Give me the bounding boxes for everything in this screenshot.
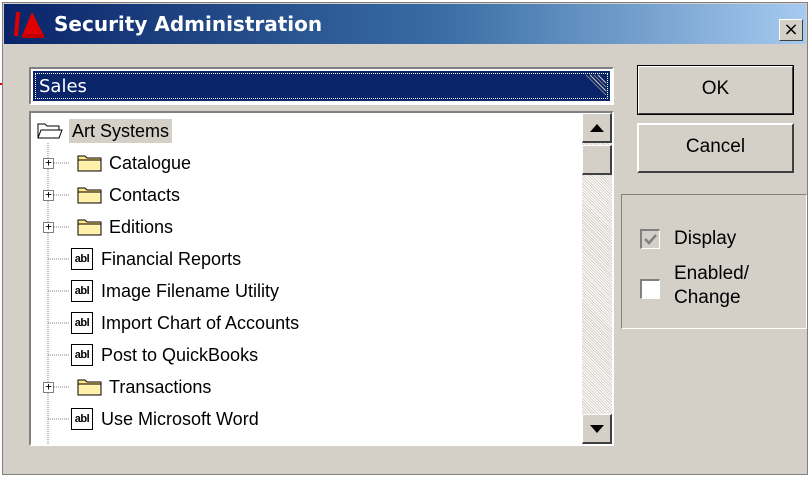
folder-icon: [77, 219, 102, 236]
permission-tree[interactable]: Art Systems + Catalogue + Contacts + Edi…: [29, 111, 614, 446]
tree-item-label: Editions: [109, 217, 174, 237]
tree-root-label: Art Systems: [69, 119, 173, 143]
expand-transactions-icon[interactable]: +: [43, 381, 54, 393]
enabled-change-checkbox[interactable]: [640, 279, 660, 299]
group-selector-combo[interactable]: Sales: [29, 67, 614, 105]
form-icon: abl: [71, 248, 93, 270]
tree-item-import-chart-of-accounts[interactable]: abl Import Chart of Accounts: [71, 309, 299, 337]
cancel-button[interactable]: Cancel: [637, 123, 794, 173]
arrow-down-icon: [589, 424, 604, 433]
window-title: Security Administration: [54, 12, 323, 36]
enabled-change-label-line1: Enabled/: [674, 263, 750, 284]
close-icon: ×: [783, 19, 799, 40]
selected-group-text: Sales: [39, 76, 87, 97]
tree-item-financial-reports[interactable]: abl Financial Reports: [71, 245, 241, 273]
folder-icon: [77, 187, 102, 204]
app-logo-icon: [14, 12, 44, 38]
arrow-up-icon: [589, 123, 604, 132]
tree-item-label: Image Filename Utility: [101, 281, 280, 301]
tree-item-catalogue[interactable]: Catalogue: [77, 149, 191, 177]
tree-item-editions[interactable]: Editions: [77, 213, 173, 241]
expand-editions-icon[interactable]: +: [43, 221, 54, 233]
tree-item-label: Catalogue: [109, 153, 192, 173]
form-icon: abl: [71, 344, 93, 366]
enabled-change-label-line2: Change: [674, 287, 741, 308]
form-icon: abl: [71, 408, 93, 430]
display-checkbox[interactable]: [640, 229, 660, 249]
tree-item-label: Contacts: [109, 185, 181, 205]
expand-catalogue-icon[interactable]: +: [43, 157, 54, 169]
scroll-down-button[interactable]: [582, 414, 612, 444]
tree-item-contacts[interactable]: Contacts: [77, 181, 180, 209]
scroll-thumb[interactable]: [582, 145, 612, 175]
folder-icon: [77, 155, 102, 172]
vertical-scrollbar[interactable]: [582, 113, 612, 444]
form-icon: abl: [71, 280, 93, 302]
title-bar[interactable]: Security Administration ×: [4, 4, 806, 44]
resize-grip-icon: [585, 74, 607, 96]
selected-group[interactable]: Sales: [33, 71, 610, 101]
open-folder-icon: [37, 123, 63, 139]
permissions-group: Display Enabled/ Change: [621, 194, 807, 329]
form-icon: abl: [71, 312, 93, 334]
tree-item-label: Use Microsoft Word: [101, 409, 259, 429]
ok-button[interactable]: OK: [637, 65, 794, 115]
tree-item-label: Transactions: [109, 377, 212, 397]
tree-item-post-to-quickbooks[interactable]: abl Post to QuickBooks: [71, 341, 258, 369]
display-label: Display: [674, 228, 737, 249]
checkmark-icon: [644, 234, 657, 245]
security-administration-dialog: Security Administration × Sales Art Syst…: [2, 2, 808, 475]
tree-item-label: Import Chart of Accounts: [101, 313, 300, 333]
tree-root[interactable]: Art Systems: [37, 117, 173, 145]
close-button[interactable]: ×: [779, 19, 803, 41]
tree-item-transactions[interactable]: Transactions: [77, 373, 211, 401]
scroll-up-button[interactable]: [582, 113, 612, 143]
expand-contacts-icon[interactable]: +: [43, 189, 54, 201]
folder-icon: [77, 379, 102, 396]
tree-item-label: Financial Reports: [101, 249, 242, 269]
tree-item-image-filename-utility[interactable]: abl Image Filename Utility: [71, 277, 279, 305]
tree-item-label: Post to QuickBooks: [101, 345, 259, 365]
tree-item-use-microsoft-word[interactable]: abl Use Microsoft Word: [71, 405, 259, 433]
